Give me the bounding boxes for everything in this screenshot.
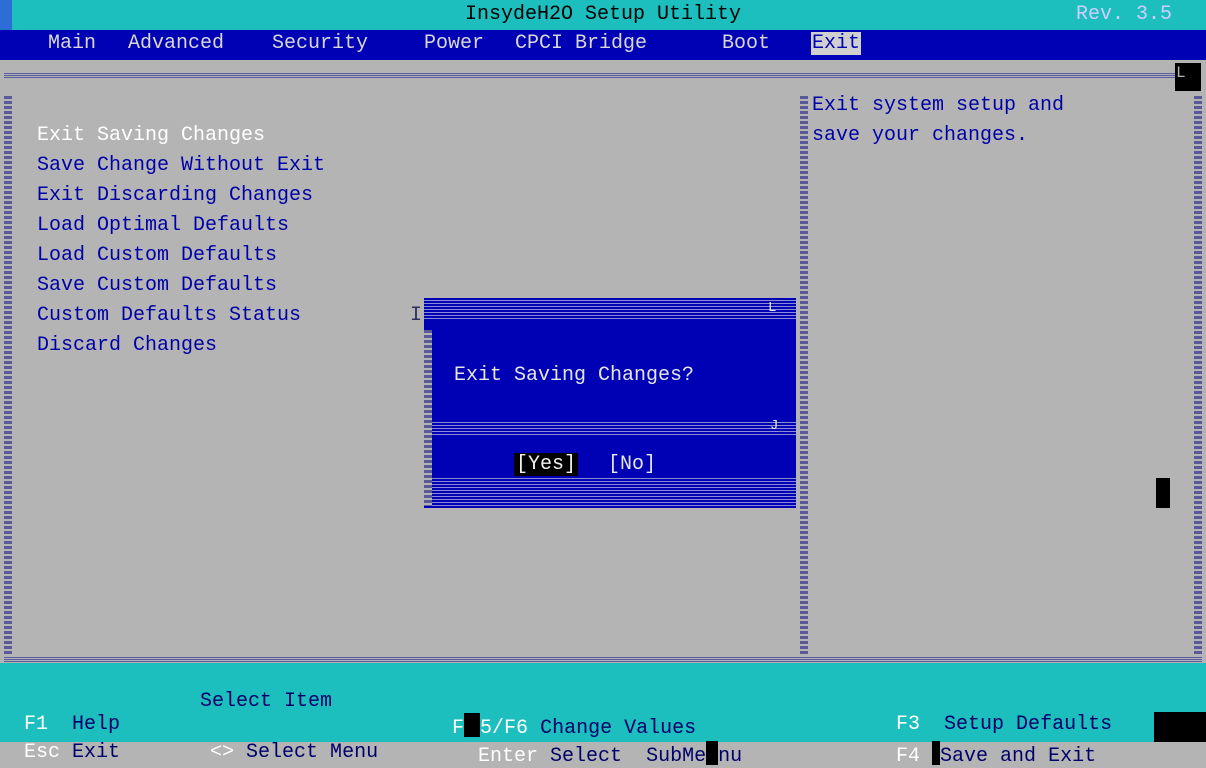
help-text-line-2: save your changes. xyxy=(812,124,1029,147)
tab-cpci-bridge[interactable]: CPCI Bridge xyxy=(515,32,647,55)
submenu-label-b: nu xyxy=(718,745,743,768)
menu-item-exit-discarding-changes[interactable]: Exit Discarding Changes xyxy=(37,184,313,207)
footer-row-2: Esc Exit xyxy=(0,718,120,764)
cursor-block xyxy=(1156,478,1170,508)
menu-item-load-optimal-defaults[interactable]: Load Optimal Defaults xyxy=(37,214,289,237)
footer-corner-block xyxy=(1154,712,1206,742)
save-and-exit-label[interactable]: Save and Exit xyxy=(940,745,1096,768)
tab-power[interactable]: Power xyxy=(424,32,484,55)
select-menu-hint: <> Select Menu xyxy=(186,718,378,764)
esc-key: Esc xyxy=(24,741,61,764)
submenu-label-a: SubMe xyxy=(646,745,707,768)
frame-right-border xyxy=(1194,96,1202,654)
dialog-corner-glyph: L xyxy=(768,300,777,316)
select-menu-label: Select Menu xyxy=(246,741,379,764)
f4-key: F4 xyxy=(896,745,921,768)
dialog-separator xyxy=(424,420,796,436)
confirm-dialog xyxy=(424,298,796,508)
tab-exit[interactable]: Exit xyxy=(811,32,862,55)
dialog-corner-glyph-bottom: J xyxy=(770,418,779,434)
yes-button[interactable]: [Yes] xyxy=(514,453,579,476)
enter-key: Enter xyxy=(478,745,539,768)
dialog-top-border xyxy=(424,298,796,320)
select-item-label: Select Item xyxy=(200,690,333,713)
menu-item-custom-defaults-status[interactable]: Custom Defaults Status xyxy=(37,304,301,327)
title-bar: InsydeH2O Setup Utility Rev. 3.5 xyxy=(0,0,1206,30)
tab-security[interactable]: Security xyxy=(272,32,368,55)
dialog-bottom-border xyxy=(424,476,796,508)
frame-left-border xyxy=(4,96,12,654)
frame-bottom-border xyxy=(4,656,1202,663)
help-text-line-1: Exit system setup and xyxy=(812,94,1065,117)
menu-item-save-change-without-exit[interactable]: Save Change Without Exit xyxy=(37,154,325,177)
enter-select-label: Select xyxy=(550,745,623,768)
text-cursor-icon: I xyxy=(410,304,423,327)
menu-item-load-custom-defaults[interactable]: Load Custom Defaults xyxy=(37,244,277,267)
dialog-left-border xyxy=(424,330,432,506)
esc-exit-label[interactable]: Exit xyxy=(72,741,120,764)
menu-item-discard-changes[interactable]: Discard Changes xyxy=(37,334,217,357)
f4-hint: F4 Save and Exit xyxy=(872,718,1096,768)
dialog-message: Exit Saving Changes? xyxy=(454,364,695,387)
tab-boot[interactable]: Boot xyxy=(722,32,770,55)
app-title: InsydeH2O Setup Utility xyxy=(464,3,742,26)
glitch-block xyxy=(706,741,719,765)
no-button[interactable]: [No] xyxy=(608,453,656,476)
tab-main[interactable]: Main xyxy=(48,32,96,55)
tab-advanced[interactable]: Advanced xyxy=(128,32,224,55)
menu-item-save-custom-defaults[interactable]: Save Custom Defaults xyxy=(37,274,277,297)
menu-item-exit-saving-changes[interactable]: Exit Saving Changes xyxy=(37,124,265,147)
frame-divider xyxy=(800,96,808,654)
arrows-key: <> xyxy=(210,741,235,764)
corner-glyph: L xyxy=(1176,64,1186,82)
revision-label: Rev. 3.5 xyxy=(1075,3,1172,26)
enter-hint: Enter Select SubMe nu xyxy=(454,718,742,768)
frame-top-border xyxy=(4,72,1176,79)
glitch-block xyxy=(932,741,941,765)
